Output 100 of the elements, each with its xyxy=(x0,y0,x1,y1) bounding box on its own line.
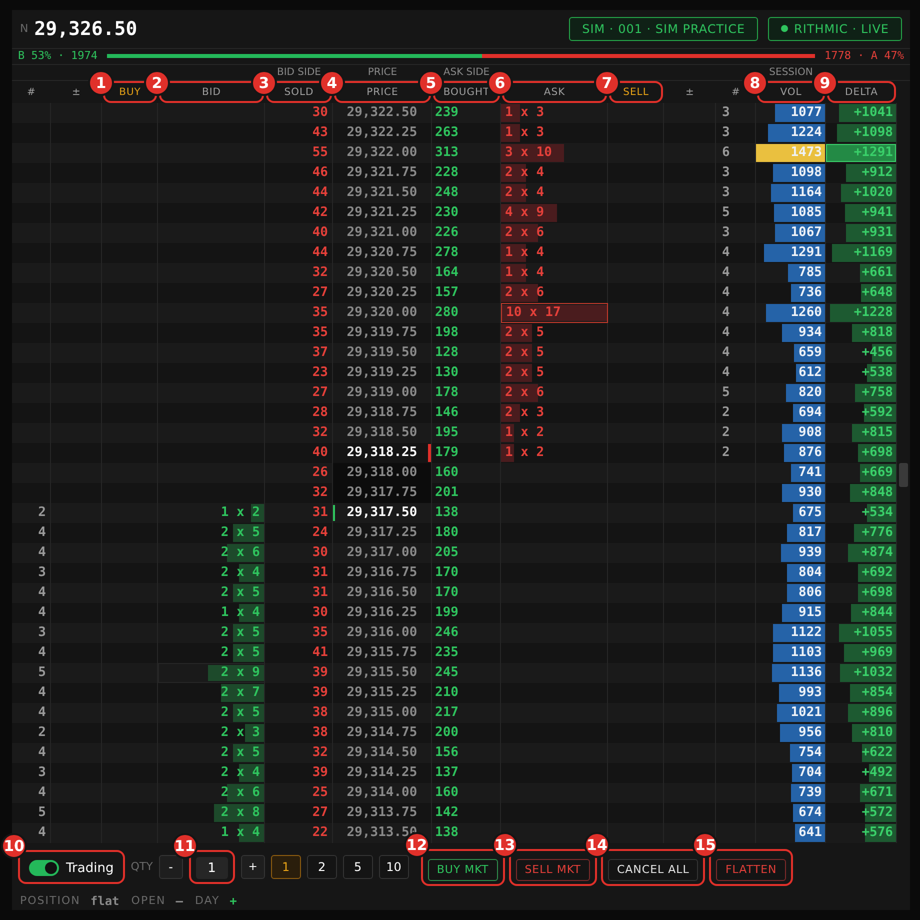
delta-value: +576 xyxy=(862,824,893,842)
sold-volume: 30 xyxy=(312,104,328,122)
volume-value: 806 xyxy=(798,584,822,602)
scrollbar-thumb[interactable] xyxy=(899,462,908,487)
sold-volume: 27 xyxy=(312,384,328,402)
delta-value: +854 xyxy=(862,684,893,702)
bought-volume: 226 xyxy=(435,224,458,242)
volume-value: 993 xyxy=(798,684,822,702)
bid-size: 2 x 6 xyxy=(220,784,260,802)
qty-preset-button[interactable]: 1 xyxy=(270,855,301,880)
column-header[interactable]: ± xyxy=(686,84,694,100)
column-group-label: ASK SIDE xyxy=(443,66,490,80)
bid-size: 2 x 5 xyxy=(220,524,260,542)
qty-field[interactable]: 1 xyxy=(196,857,228,880)
bought-volume: 179 xyxy=(435,444,458,462)
ask-size: 1 x 4 xyxy=(505,244,544,262)
column-header[interactable]: # xyxy=(732,84,740,100)
sold-volume: 40 xyxy=(312,444,328,462)
sold-volume: 39 xyxy=(312,764,328,782)
qty-preset-button[interactable]: 5 xyxy=(342,855,373,880)
order-count: 4 xyxy=(38,644,46,662)
sold-volume: 39 xyxy=(312,684,328,702)
bid-size: 1 x 4 xyxy=(220,604,260,622)
price-level: 29,315.25 xyxy=(346,684,418,702)
order-count: 2 xyxy=(722,404,730,422)
order-button[interactable]: BUY MKT xyxy=(428,859,498,881)
price-level: 29,313.75 xyxy=(346,804,418,822)
column-header[interactable]: BID xyxy=(202,84,221,100)
qty-preset-button[interactable]: 2 xyxy=(306,855,337,880)
ask-size: 2 x 6 xyxy=(505,284,544,302)
order-count: 2 xyxy=(38,504,46,522)
column-header[interactable]: # xyxy=(27,84,36,100)
account-label: SIM · 001 · SIM PRACTICE xyxy=(582,20,746,38)
order-button[interactable]: CANCEL ALL xyxy=(608,859,698,881)
qty-preset-button[interactable]: 10 xyxy=(378,855,409,880)
volume-value: 1224 xyxy=(790,124,822,142)
decrement-button[interactable]: - xyxy=(158,855,183,880)
price-level: 29,318.75 xyxy=(346,404,418,422)
sold-volume: 44 xyxy=(312,244,328,262)
increment-button[interactable]: + xyxy=(240,855,265,880)
price-level: 29,316.75 xyxy=(346,564,418,582)
volume-value: 736 xyxy=(798,284,822,302)
price-level: 29,314.25 xyxy=(346,764,418,782)
volume-value: 1136 xyxy=(790,664,822,682)
volume-value: 1122 xyxy=(790,624,822,642)
sold-volume: 40 xyxy=(312,224,328,242)
bought-volume: 160 xyxy=(435,784,458,802)
volume-value: 641 xyxy=(798,824,822,842)
sold-volume: 25 xyxy=(312,784,328,802)
price-level: 29,320.25 xyxy=(346,284,418,302)
volume-value: 1291 xyxy=(790,244,822,262)
bid-size: 2 x 4 xyxy=(220,764,260,782)
sold-volume: 31 xyxy=(312,584,328,602)
sold-volume: 30 xyxy=(312,544,328,562)
price-level: 29,318.50 xyxy=(346,424,418,442)
account-label: RITHMIC · LIVE xyxy=(794,20,889,38)
volume-value: 612 xyxy=(798,364,822,382)
order-button[interactable]: FLATTEN xyxy=(716,859,786,881)
order-count: 3 xyxy=(38,624,46,642)
sold-volume: 35 xyxy=(312,304,328,322)
column-group-label: BID SIDE xyxy=(276,66,321,80)
column-header[interactable]: ± xyxy=(72,84,81,100)
ask-size: 2 x 5 xyxy=(505,344,544,362)
volume-value: 820 xyxy=(798,384,822,402)
order-count: 3 xyxy=(722,124,730,142)
price-level: 29,321.50 xyxy=(346,184,418,202)
bought-volume: 160 xyxy=(435,464,458,482)
volume-value: 1077 xyxy=(790,104,822,122)
order-count: 4 xyxy=(722,264,730,282)
bought-volume: 138 xyxy=(435,504,458,522)
price-level: 29,313.50 xyxy=(346,824,418,840)
order-count: 5 xyxy=(722,384,730,402)
volume-value: 674 xyxy=(798,804,822,822)
delta-value: +534 xyxy=(862,504,893,522)
sold-volume: 27 xyxy=(312,284,328,302)
volume-value: 1021 xyxy=(790,704,822,722)
order-count: 2 xyxy=(722,424,730,442)
last-price: 29,326.50 xyxy=(34,16,138,42)
bid-size: 2 x 6 xyxy=(220,544,260,562)
sold-volume: 55 xyxy=(312,144,328,162)
status-value: — xyxy=(176,893,183,910)
delta-value: +758 xyxy=(862,384,893,402)
bid-size: 2 x 3 xyxy=(220,724,260,742)
order-count: 4 xyxy=(722,284,730,302)
sold-volume: 23 xyxy=(312,364,328,382)
account-badge[interactable]: RITHMIC · LIVE xyxy=(768,16,902,41)
order-button[interactable]: SELL MKT xyxy=(516,859,590,881)
bought-volume: 146 xyxy=(435,404,458,422)
volume-value: 739 xyxy=(798,784,822,802)
ask-size: 10 x 17 xyxy=(506,304,561,322)
volume-value: 915 xyxy=(798,604,822,622)
column-header[interactable]: ASK xyxy=(544,84,566,100)
account-badge[interactable]: SIM · 001 · SIM PRACTICE xyxy=(569,16,758,41)
trading-toggle[interactable] xyxy=(29,860,59,876)
delta-value: +622 xyxy=(862,744,893,762)
volume-value: 1260 xyxy=(790,304,822,322)
volume-value: 785 xyxy=(798,264,822,282)
sold-volume: 26 xyxy=(312,464,328,482)
bought-volume: 138 xyxy=(435,824,458,842)
order-count: 3 xyxy=(38,764,46,782)
